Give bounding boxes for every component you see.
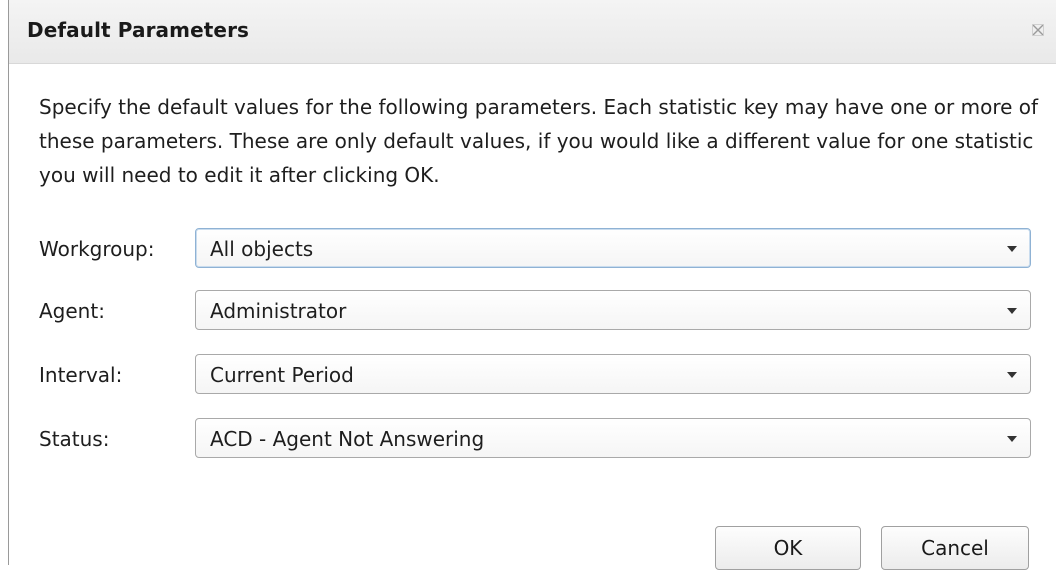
interval-value: Current Period — [210, 363, 354, 387]
agent-dropdown[interactable]: Administrator — [195, 290, 1031, 330]
dialog-description: Specify the default values for the follo… — [39, 95, 1039, 187]
close-button[interactable] — [1026, 18, 1050, 42]
chevron-down-icon — [1007, 246, 1017, 252]
chevron-down-icon — [1007, 308, 1017, 314]
agent-row: Agent: Administrator — [39, 290, 1049, 332]
dialog-title: Default Parameters — [27, 18, 250, 42]
status-dropdown[interactable]: ACD - Agent Not Answering — [195, 418, 1031, 458]
status-row: Status: ACD - Agent Not Answering — [39, 418, 1049, 460]
close-icon — [1032, 24, 1044, 36]
workgroup-label: Workgroup: — [39, 237, 155, 261]
workgroup-dropdown[interactable]: All objects — [195, 228, 1031, 268]
workgroup-row: Workgroup: All objects — [39, 228, 1049, 270]
chevron-down-icon — [1007, 372, 1017, 378]
cancel-button[interactable]: Cancel — [881, 526, 1029, 570]
agent-value: Administrator — [210, 299, 347, 323]
agent-label: Agent: — [39, 299, 105, 323]
interval-dropdown[interactable]: Current Period — [195, 354, 1031, 394]
workgroup-value: All objects — [210, 237, 314, 261]
status-value: ACD - Agent Not Answering — [210, 427, 485, 451]
default-parameters-dialog: Default Parameters Specify the default v… — [8, 0, 1056, 570]
ok-button[interactable]: OK — [715, 526, 861, 570]
status-label: Status: — [39, 427, 110, 451]
chevron-down-icon — [1007, 436, 1017, 442]
interval-row: Interval: Current Period — [39, 354, 1049, 396]
interval-label: Interval: — [39, 363, 123, 387]
dialog-titlebar: Default Parameters — [9, 0, 1056, 64]
